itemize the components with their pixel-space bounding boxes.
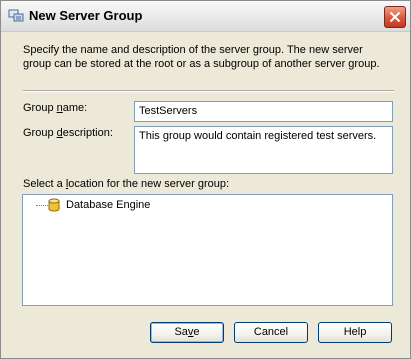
dialog-body: Specify the name and description of the … [2, 32, 409, 357]
close-icon [389, 11, 401, 23]
tree-item-label: Database Engine [66, 199, 151, 211]
instructions-text: Specify the name and description of the … [23, 44, 380, 70]
new-server-group-dialog: New Server Group Specify the name and de… [0, 0, 411, 359]
database-cylinder-icon [48, 198, 60, 212]
group-description-label: Group description: [23, 127, 113, 139]
help-button[interactable]: Help [318, 322, 392, 343]
separator-line [23, 90, 394, 92]
title-bar[interactable]: New Server Group [1, 1, 410, 32]
cancel-button[interactable]: Cancel [234, 322, 308, 343]
close-button[interactable] [384, 6, 406, 28]
server-group-icon [8, 9, 24, 22]
group-name-label: Group name: [23, 102, 88, 114]
save-button[interactable]: Save [150, 322, 224, 343]
group-description-input[interactable]: This group would contain registered test… [134, 126, 393, 174]
group-name-input[interactable]: TestServers [134, 101, 393, 122]
window-title: New Server Group [29, 8, 143, 23]
location-label: Select a location for the new server gro… [23, 178, 230, 190]
location-tree[interactable]: Database Engine [22, 194, 393, 306]
